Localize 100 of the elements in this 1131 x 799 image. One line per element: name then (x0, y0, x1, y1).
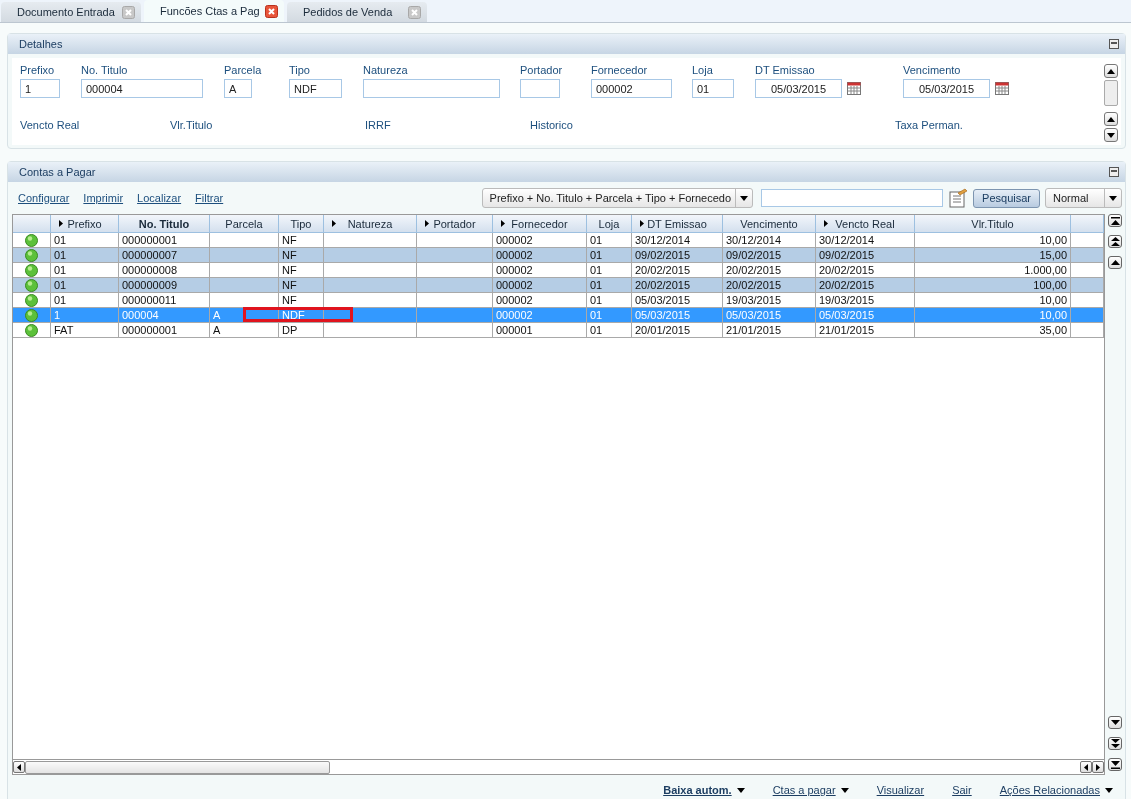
field-label: No. Titulo (81, 64, 129, 76)
sort-arrow-icon (59, 220, 63, 227)
table-cell: 09/02/2015 (635, 249, 691, 261)
table-cell: 100,00 (1033, 279, 1067, 291)
scroll-thumb[interactable] (1104, 80, 1118, 106)
table-cell: 30/12/2014 (819, 234, 875, 246)
table-cell: NF (282, 234, 297, 246)
toolbar-link[interactable]: Localizar (137, 192, 182, 204)
scroll-up-button[interactable] (1104, 112, 1118, 126)
column-header[interactable]: Natureza (324, 215, 417, 232)
table-row[interactable]: 01 000000001 NF 000002 01 30/12/2014 30/12/2014 30/12/2014 10,00 (13, 233, 1104, 248)
table-cell: 20/02/2015 (635, 264, 691, 276)
table-row[interactable]: 01 000000009 NF 000002 01 20/02/2015 20/02/2015 20/02/2015 100,00 (13, 278, 1104, 293)
footer-button[interactable]: Visualizar (876, 784, 925, 796)
minimize-icon[interactable] (1109, 167, 1119, 177)
scroll-top-button[interactable] (1108, 214, 1122, 227)
table-cell: 19/03/2015 (726, 294, 782, 306)
page-up-button[interactable] (1108, 235, 1122, 248)
tab[interactable]: Pedidos de Venda (287, 2, 427, 22)
scroll-down-button[interactable] (1104, 128, 1118, 142)
field-label: IRRF (365, 119, 392, 131)
calendar-icon[interactable] (847, 82, 861, 95)
table-cell: 20/01/2015 (635, 324, 691, 336)
table-cell: NF (282, 294, 297, 306)
scroll-right-button[interactable] (1092, 761, 1104, 773)
tab[interactable]: Funcões Ctas a Pag (144, 0, 284, 22)
column-header[interactable]: Prefixo (51, 215, 119, 232)
input-field[interactable] (363, 79, 500, 98)
status-dot-icon (25, 263, 38, 277)
caret-icon (740, 195, 749, 201)
table-cell: 000000009 (122, 279, 178, 291)
table-cell: 01 (590, 279, 603, 291)
down-arrow-icon (1107, 132, 1115, 138)
table-cell: 19/03/2015 (819, 294, 875, 306)
footer-button[interactable]: Ações Relacionadas (999, 784, 1113, 796)
mode-dropdown[interactable]: Normal (1045, 188, 1122, 208)
table-cell: 10,00 (1039, 234, 1067, 246)
double-down-arrow-icon (1110, 739, 1120, 748)
table-row[interactable]: 01 000000007 NF 000002 01 09/02/2015 09/02/2015 09/02/2015 15,00 (13, 248, 1104, 263)
scroll-down-button[interactable] (1108, 716, 1122, 729)
page-down-button[interactable] (1108, 737, 1122, 750)
search-button[interactable]: Pesquisar (973, 188, 1040, 208)
table-cell: 01 (590, 309, 603, 321)
table-row[interactable]: 01 000000008 NF 000002 01 20/02/2015 20/02/2015 20/02/2015 1.000,00 (13, 263, 1104, 278)
column-header[interactable]: DT Emissao (632, 215, 723, 232)
scroll-bottom-button[interactable] (1108, 758, 1122, 771)
left-arrow-icon (17, 763, 21, 771)
table-cell: 21/01/2015 (726, 324, 782, 336)
column-header[interactable]: Vencto Real (816, 215, 915, 232)
table-cell: 20/02/2015 (726, 264, 782, 276)
input-field[interactable]: 000004 (81, 79, 203, 98)
column-header[interactable]: Vlr.Titulo (915, 215, 1071, 232)
scroll-up-button[interactable] (1108, 256, 1122, 269)
input-field[interactable]: 05/03/2015 (903, 79, 990, 98)
table-cell: 000000001 (122, 324, 178, 336)
notepad-icon[interactable] (948, 188, 969, 208)
column-header[interactable]: Loja (587, 215, 632, 232)
column-header[interactable]: Portador (417, 215, 493, 232)
table-row[interactable]: 01 000000011 NF 000002 01 05/03/2015 19/03/2015 19/03/2015 10,00 (13, 293, 1104, 308)
toolbar-link[interactable]: Filtrar (195, 192, 224, 204)
column-header[interactable]: Vencimento (723, 215, 816, 232)
search-field[interactable] (761, 189, 944, 207)
scroll-left-button[interactable] (1080, 761, 1092, 773)
index-dropdown[interactable]: Prefixo + No. Titulo + Parcela + Tipo + Fornecedo (481, 188, 754, 208)
scroll-up-button[interactable] (1104, 64, 1118, 78)
column-header[interactable]: Parcela (210, 215, 279, 232)
sort-arrow-icon (640, 220, 644, 227)
tab[interactable]: Documento Entrada (1, 2, 141, 22)
table-row[interactable]: FAT 000000001 A DP 000001 01 20/01/2015 21/01/2015 21/01/2015 35,00 (13, 323, 1104, 338)
input-field[interactable]: 05/03/2015 (755, 79, 842, 98)
status-dot-icon (25, 233, 38, 247)
scroll-thumb[interactable] (25, 760, 330, 774)
footer-button[interactable]: Ctas a pagar (772, 784, 849, 796)
close-icon[interactable] (265, 4, 278, 18)
table-cell: 000004 (122, 309, 159, 321)
table-cell: 01 (54, 264, 67, 276)
input-field[interactable]: A (224, 79, 252, 98)
table-cell: 15,00 (1039, 249, 1067, 261)
input-field[interactable] (520, 79, 560, 98)
input-field[interactable]: 01 (692, 79, 734, 98)
minimize-icon[interactable] (1109, 39, 1119, 49)
footer-button[interactable]: Sair (952, 784, 972, 796)
table-cell: 1 (54, 309, 61, 321)
input-field[interactable]: NDF (289, 79, 342, 98)
input-field[interactable]: 1 (20, 79, 60, 98)
calendar-icon[interactable] (995, 82, 1009, 95)
table-cell: 01 (590, 324, 603, 336)
toolbar-link[interactable]: Configurar (18, 192, 70, 204)
field-label: Portador (520, 64, 564, 76)
toolbar-link[interactable]: Imprimir (83, 192, 124, 204)
footer-button[interactable]: Baixa autom. (663, 784, 745, 796)
table-cell: 01 (54, 279, 67, 291)
status-dot-icon (25, 248, 38, 262)
table-cell: 01 (54, 294, 67, 306)
column-header[interactable]: Fornecedor (493, 215, 587, 232)
input-field[interactable]: 000002 (591, 79, 672, 98)
column-header[interactable]: No. Titulo (119, 215, 210, 232)
column-header[interactable]: Tipo (279, 215, 324, 232)
table-cell: 05/03/2015 (726, 309, 782, 321)
scroll-left-button[interactable] (13, 761, 25, 773)
